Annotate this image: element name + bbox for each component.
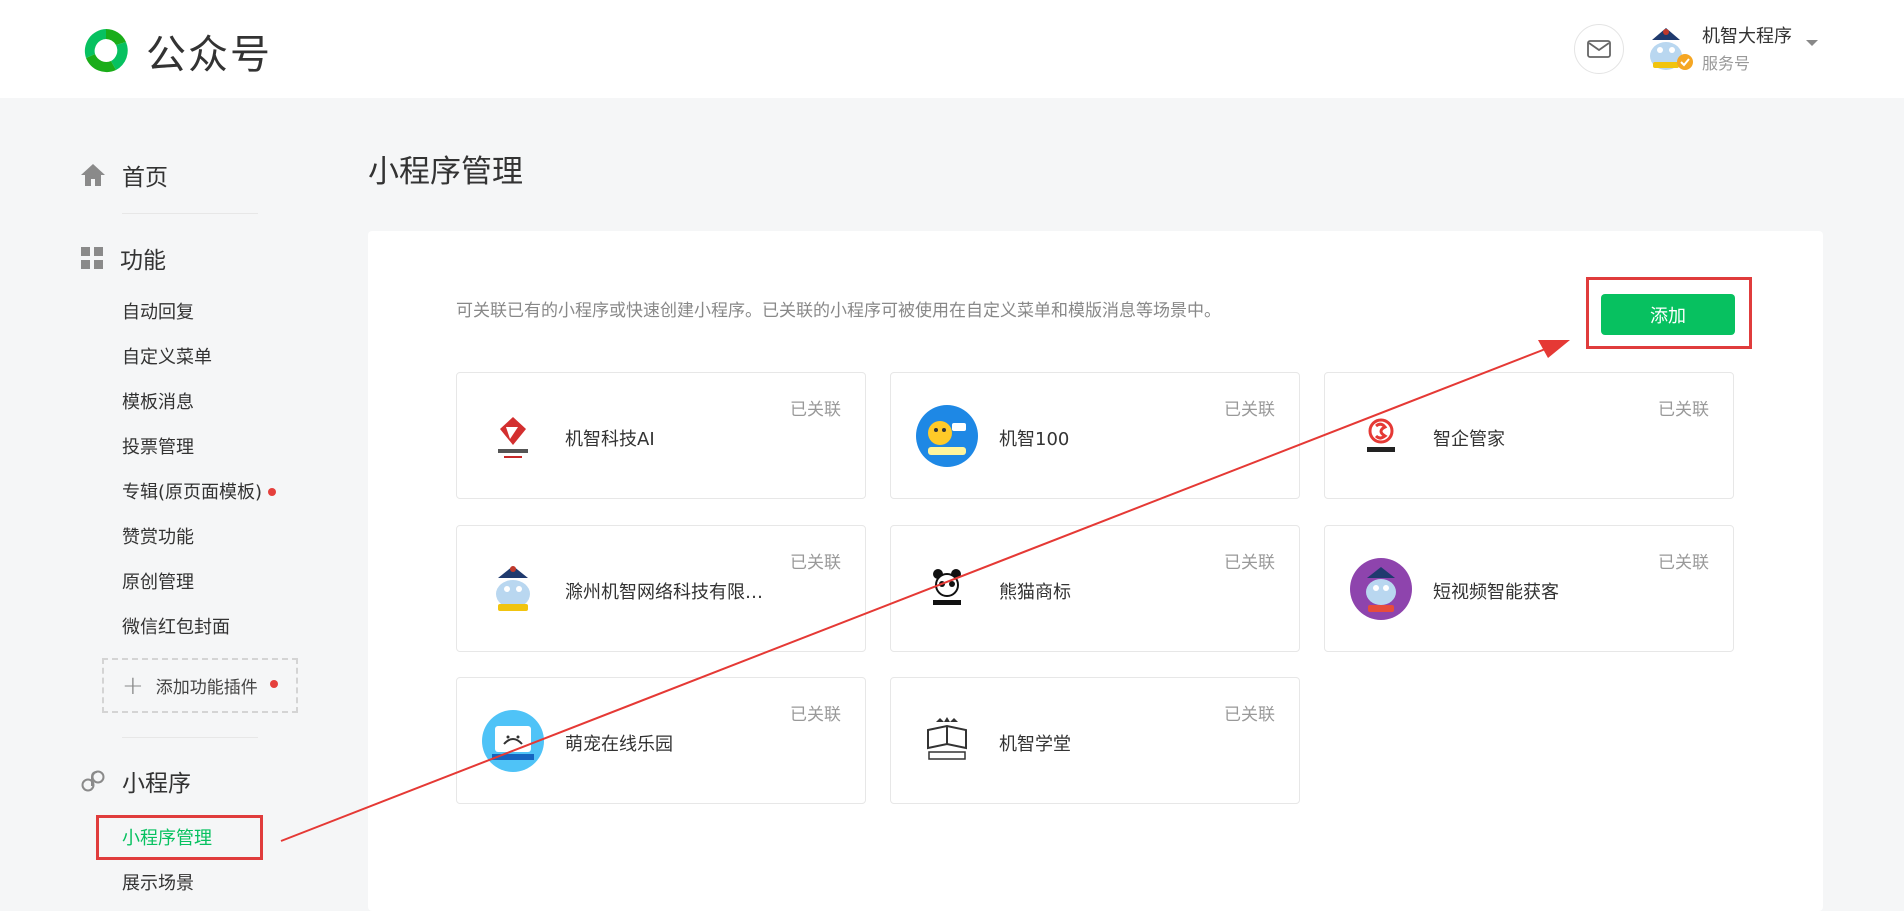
linked-status: 已关联 — [790, 553, 841, 573]
sidebar-item-vote-management[interactable]: 投票管理 — [122, 433, 194, 459]
account-dropdown-icon[interactable] — [1806, 40, 1818, 46]
miniprogram-card[interactable]: 已关联 智企管家 — [1324, 372, 1734, 499]
jizhi100-logo-icon — [916, 405, 978, 467]
sidebar-group-miniprogram: 小程序 — [80, 764, 191, 798]
miniprogram-card[interactable]: 已关联 短视频智能获客 — [1324, 525, 1734, 652]
miniprogram-card[interactable]: 已关联 机智学堂 — [890, 677, 1300, 804]
add-plugin-label: 添加功能插件 — [155, 678, 258, 698]
miniprogram-name: 萌宠在线乐园 — [565, 734, 673, 755]
miniprogram-name: 机智学堂 — [999, 734, 1071, 755]
sidebar-item-red-packet-cover[interactable]: 微信红包封面 — [122, 613, 230, 639]
sidebar-item-reward[interactable]: 赞赏功能 — [122, 523, 194, 549]
linked-status: 已关联 — [790, 705, 841, 725]
sidebar-item-original[interactable]: 原创管理 — [122, 568, 194, 594]
sidebar-item-display-scene[interactable]: 展示场景 — [122, 869, 194, 895]
plus-icon: + — [122, 670, 144, 701]
linked-status: 已关联 — [1224, 705, 1275, 725]
sidebar-miniprogram-label: 小程序 — [122, 771, 191, 797]
miniprogram-name: 滁州机智网络科技有限… — [565, 582, 763, 603]
sidebar-home-label: 首页 — [122, 165, 168, 191]
miniprogram-card[interactable]: 已关联 滁州机智网络科技有限… — [456, 525, 866, 652]
sidebar-divider — [122, 213, 258, 214]
linked-status: 已关联 — [1224, 553, 1275, 573]
new-badge-dot — [268, 487, 277, 496]
grid-icon — [81, 247, 103, 269]
account-type: 服务号 — [1702, 54, 1751, 73]
miniprogram-name: 机智科技AI — [565, 429, 655, 450]
app-name: 公众号 — [146, 32, 272, 78]
app-logo[interactable]: 公众号 — [80, 22, 272, 80]
top-header: 公众号 机智大程序 服务号 — [0, 0, 1904, 98]
page-description: 可关联已有的小程序或快速创建小程序。已关联的小程序可被使用在自定义菜单和模版消息… — [456, 301, 1221, 321]
linked-status: 已关联 — [790, 400, 841, 420]
link-icon — [81, 770, 105, 792]
sidebar-item-auto-reply[interactable]: 自动回复 — [122, 298, 194, 324]
sidebar-item-miniprogram-management[interactable]: 小程序管理 — [122, 824, 212, 850]
linked-status: 已关联 — [1658, 553, 1709, 573]
jizhi-keji-logo-icon — [482, 405, 544, 467]
add-plugin-button[interactable]: + 添加功能插件 — [102, 658, 298, 713]
short-video-logo-icon — [1350, 558, 1412, 620]
sidebar-item-album[interactable]: 专辑(原页面模板) — [122, 478, 277, 504]
sidebar-item-home[interactable]: 首页 — [80, 158, 168, 192]
add-miniprogram-button[interactable]: 添加 — [1601, 294, 1735, 335]
sidebar-divider — [122, 737, 258, 738]
wechat-official-logo-icon — [84, 29, 128, 73]
account-name[interactable]: 机智大程序 — [1702, 22, 1792, 48]
jizhi-xuetang-logo-icon — [916, 710, 978, 772]
linked-status: 已关联 — [1224, 400, 1275, 420]
sidebar-features-label: 功能 — [120, 248, 166, 274]
new-badge-dot — [269, 680, 278, 688]
linked-status: 已关联 — [1658, 400, 1709, 420]
panda-logo-icon — [916, 558, 978, 620]
account-avatar-icon — [1650, 28, 1693, 70]
home-icon — [81, 164, 105, 186]
miniprogram-card[interactable]: 已关联 萌宠在线乐园 — [456, 677, 866, 804]
account-avatar[interactable] — [1644, 22, 1698, 76]
miniprogram-card[interactable]: 已关联 机智科技AI — [456, 372, 866, 499]
miniprogram-name: 机智100 — [999, 429, 1070, 450]
miniprogram-name: 智企管家 — [1433, 429, 1505, 450]
sidebar-item-template-message[interactable]: 模板消息 — [122, 388, 194, 414]
sidebar-item-custom-menu[interactable]: 自定义菜单 — [122, 343, 212, 369]
miniprogram-card[interactable]: 已关联 机智100 — [890, 372, 1300, 499]
chuzhou-jizhi-logo-icon — [482, 558, 544, 620]
pet-logo-icon — [482, 710, 544, 772]
miniprogram-card[interactable]: 已关联 熊猫商标 — [890, 525, 1300, 652]
message-button[interactable] — [1574, 24, 1624, 74]
sidebar-group-features: 功能 — [80, 241, 166, 275]
zhiqi-guanjia-logo-icon — [1350, 405, 1412, 467]
miniprogram-name: 熊猫商标 — [999, 582, 1071, 603]
mail-icon — [1587, 40, 1611, 58]
sidebar-album-label: 专辑(原页面模板) — [122, 482, 263, 503]
page-title: 小程序管理 — [368, 154, 523, 190]
miniprogram-name: 短视频智能获客 — [1433, 582, 1559, 603]
